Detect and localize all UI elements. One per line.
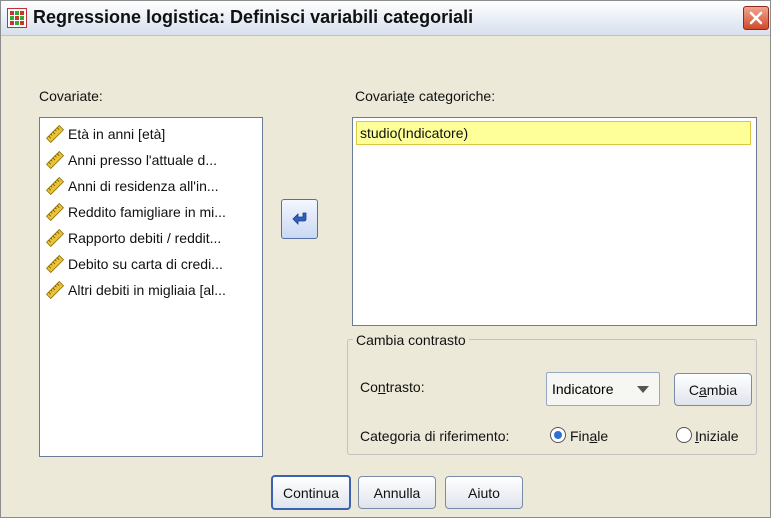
list-item[interactable]: Età in anni [età] bbox=[46, 123, 165, 145]
radio-final-label: Finale bbox=[570, 428, 609, 444]
list-item[interactable]: Rapporto debiti / reddit... bbox=[46, 227, 221, 249]
left-arrow-icon bbox=[291, 212, 306, 225]
spss-table-icon bbox=[7, 8, 27, 28]
reference-category-label: Categoria di riferimento: bbox=[360, 428, 510, 444]
list-item-label: Anni presso l'attuale d... bbox=[68, 152, 217, 168]
list-item[interactable]: studio(Indicatore) bbox=[356, 121, 751, 145]
continue-button[interactable]: Continua bbox=[271, 475, 351, 510]
list-item[interactable]: Anni presso l'attuale d... bbox=[46, 149, 217, 171]
radio-final[interactable] bbox=[550, 427, 566, 443]
ruler-icon bbox=[46, 177, 64, 195]
change-button[interactable]: Cambia bbox=[674, 373, 752, 406]
change-contrast-legend: Cambia contrasto bbox=[353, 332, 469, 348]
move-button[interactable] bbox=[281, 199, 318, 239]
categorical-list[interactable]: studio(Indicatore) bbox=[352, 117, 757, 326]
list-item-label: Debito su carta di credi... bbox=[68, 256, 223, 272]
close-icon bbox=[749, 11, 763, 25]
radio-initial-label: Iniziale bbox=[695, 428, 739, 444]
list-item[interactable]: Altri debiti in migliaia [al... bbox=[46, 279, 226, 301]
list-item[interactable]: Debito su carta di credi... bbox=[46, 253, 223, 275]
cancel-button[interactable]: Annulla bbox=[358, 476, 436, 509]
contrast-dropdown[interactable]: Indicatore bbox=[546, 372, 660, 406]
list-item-label: Altri debiti in migliaia [al... bbox=[68, 282, 226, 298]
help-button[interactable]: Aiuto bbox=[445, 476, 523, 509]
change-button-label: Cambia bbox=[688, 381, 738, 398]
list-item[interactable]: Anni di residenza all'in... bbox=[46, 175, 219, 197]
title-bar: Regressione logistica: Definisci variabi… bbox=[1, 1, 770, 36]
radio-initial[interactable] bbox=[676, 427, 692, 443]
ruler-icon bbox=[46, 281, 64, 299]
close-button[interactable] bbox=[743, 6, 769, 30]
list-item-label: Anni di residenza all'in... bbox=[68, 178, 219, 194]
covariates-list[interactable]: Età in anni [età] Anni presso l'attuale d… bbox=[39, 117, 263, 457]
categorical-label: Covariate categoriche: bbox=[355, 88, 496, 104]
ruler-icon bbox=[46, 229, 64, 247]
list-item[interactable]: Reddito famigliare in mi... bbox=[46, 201, 226, 223]
ruler-icon bbox=[46, 151, 64, 169]
contrast-value: Indicatore bbox=[552, 381, 614, 397]
list-item-label: Età in anni [età] bbox=[68, 126, 166, 142]
ruler-icon bbox=[46, 255, 64, 273]
ruler-icon bbox=[46, 125, 64, 143]
contrast-label: Contrasto: bbox=[360, 379, 425, 395]
ruler-icon bbox=[46, 203, 64, 221]
list-item-label: Rapporto debiti / reddit... bbox=[68, 230, 222, 246]
list-item-label: Reddito famigliare in mi... bbox=[68, 204, 226, 220]
list-item-label: studio(Indicatore) bbox=[360, 125, 469, 141]
window-title: Regressione logistica: Definisci variabi… bbox=[33, 7, 474, 27]
dialog-window: Regressione logistica: Definisci variabi… bbox=[0, 0, 771, 518]
covariates-label: Covariate: bbox=[39, 88, 103, 104]
chevron-down-icon bbox=[637, 386, 649, 393]
